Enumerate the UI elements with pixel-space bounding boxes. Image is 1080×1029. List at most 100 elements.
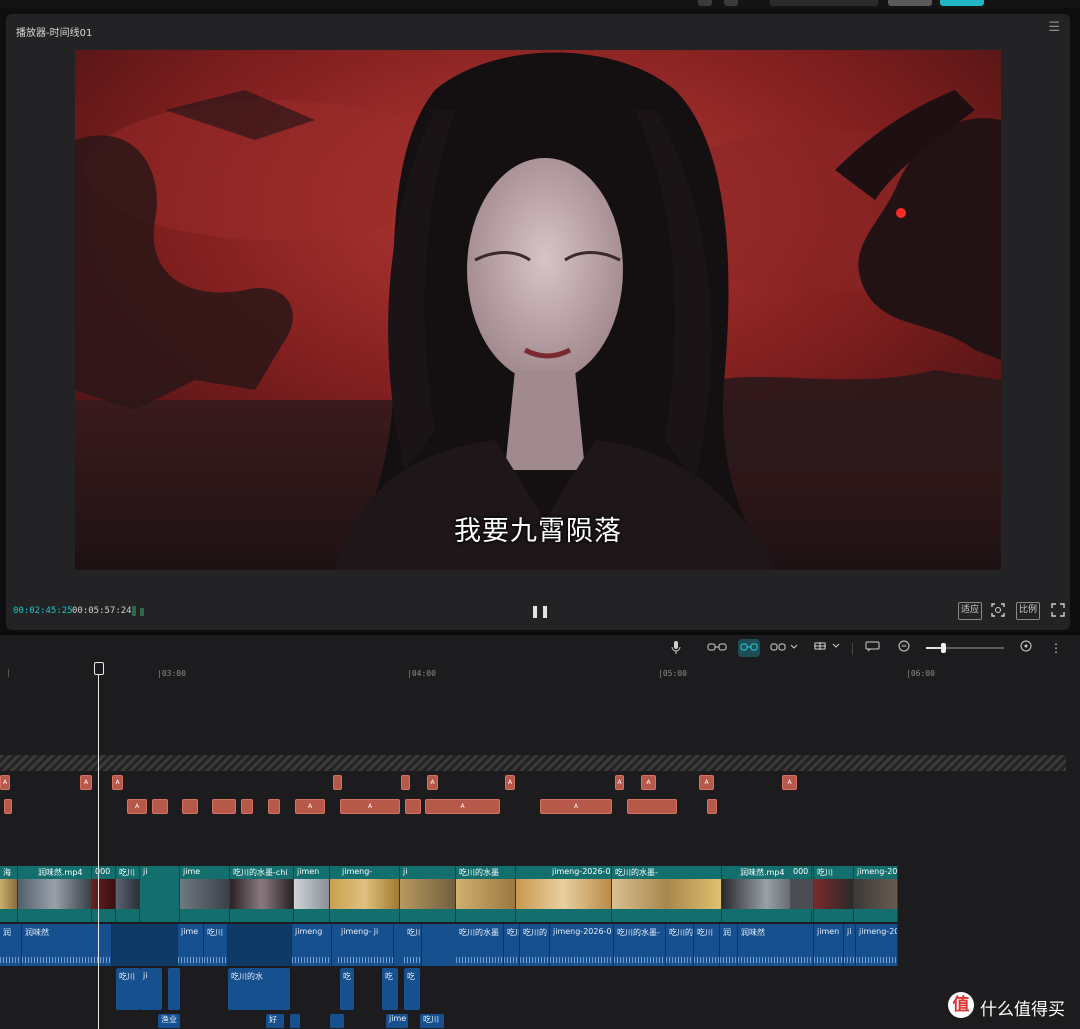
share-button[interactable] xyxy=(888,0,932,6)
audio-clip[interactable]: 吃川 xyxy=(694,924,720,966)
audio-clip[interactable]: 吃川的水墨 xyxy=(456,924,504,966)
text-marker[interactable]: A xyxy=(80,775,92,790)
audio-clip[interactable]: jimeng-20 xyxy=(856,924,898,966)
audio-clip[interactable] xyxy=(290,1014,300,1028)
subtitle-marker[interactable]: A xyxy=(540,799,612,814)
audio-clip[interactable]: jime xyxy=(386,1014,408,1028)
subtitle-marker[interactable] xyxy=(212,799,236,814)
audio-clip[interactable]: ji xyxy=(844,924,856,966)
text-marker[interactable]: A xyxy=(112,775,123,790)
subtitle-marker[interactable] xyxy=(405,799,421,814)
export-button[interactable] xyxy=(940,0,984,6)
text-marker[interactable] xyxy=(401,775,410,790)
audio-gap xyxy=(228,924,292,966)
audio-clip[interactable]: jimeng- ji xyxy=(338,924,394,966)
text-marker[interactable]: A xyxy=(615,775,624,790)
subtitle-marker[interactable] xyxy=(627,799,677,814)
playhead-handle[interactable] xyxy=(94,662,104,675)
audio-clip[interactable]: 吃川 xyxy=(116,968,140,1010)
audio-clip[interactable] xyxy=(330,1014,344,1028)
video-clip[interactable]: 000 xyxy=(790,866,814,922)
zoom-in-icon[interactable] xyxy=(1018,639,1034,657)
video-clip[interactable]: 润味然.mp4 xyxy=(18,866,92,922)
audio-clip[interactable]: jime xyxy=(178,924,204,966)
audio-clip[interactable]: jimeng-2026-0 xyxy=(550,924,614,966)
audio-clip[interactable]: 吃 xyxy=(382,968,398,1010)
fit-ratio-button[interactable]: 适应 xyxy=(958,602,982,620)
crop-icon[interactable] xyxy=(990,602,1006,618)
video-clip[interactable]: jimeng-20 xyxy=(854,866,898,922)
playhead[interactable] xyxy=(98,665,99,1029)
text-marker[interactable]: A xyxy=(699,775,714,790)
audio-clip[interactable]: 吃川 xyxy=(204,924,228,966)
subtitle-marker[interactable]: A xyxy=(295,799,325,814)
split-dropdown[interactable] xyxy=(810,639,844,657)
zoom-slider-handle[interactable] xyxy=(941,643,946,653)
time-ruler[interactable]: |03:00 |04:00 |05:00 |06:00 xyxy=(0,661,1080,681)
video-clip[interactable]: jimen xyxy=(294,866,330,922)
video-clip[interactable]: 吃川的水墨 xyxy=(456,866,516,922)
video-clip[interactable]: 吃川 xyxy=(814,866,854,922)
video-clip[interactable]: ji xyxy=(140,866,180,922)
video-clip[interactable]: 吃川的水墨- xyxy=(612,866,722,922)
zoom-out-icon[interactable] xyxy=(896,639,912,657)
video-preview[interactable]: 我要九霄陨落 xyxy=(75,50,1001,570)
audio-clip[interactable]: 吃川的水 xyxy=(228,968,290,1010)
snap-toggle[interactable] xyxy=(738,639,760,657)
preview-icon[interactable] xyxy=(864,639,882,657)
subtitle-marker[interactable] xyxy=(4,799,12,814)
window-control[interactable] xyxy=(698,0,712,6)
audio-clip[interactable]: 吃川 xyxy=(420,1014,444,1028)
audio-clip[interactable]: 吃川 xyxy=(504,924,520,966)
audio-clip[interactable]: 吃川的 xyxy=(520,924,550,966)
audio-clip[interactable]: jimeng xyxy=(292,924,332,966)
more-options-icon[interactable]: ⋮ xyxy=(1050,639,1062,657)
audio-clip[interactable]: 吃 xyxy=(404,968,420,1010)
video-clip[interactable]: 吃川的水墨-chi xyxy=(230,866,294,922)
aspect-ratio-button[interactable]: 比例 xyxy=(1016,602,1040,620)
audio-clip[interactable]: ji xyxy=(140,968,162,1010)
audio-clip[interactable]: 吃川的 xyxy=(666,924,694,966)
linkage-dropdown[interactable] xyxy=(768,639,802,657)
audio-clip[interactable]: 吃 xyxy=(340,968,354,1010)
video-clip[interactable]: jimeng-2026-0 xyxy=(516,866,612,922)
audio-clip[interactable]: 渔业 xyxy=(158,1014,180,1028)
video-clip[interactable]: ji xyxy=(400,866,456,922)
subtitle-marker[interactable]: A xyxy=(127,799,147,814)
text-marker[interactable]: A xyxy=(505,775,515,790)
video-clip[interactable]: 吃川 xyxy=(116,866,140,922)
window-control[interactable] xyxy=(724,0,738,6)
link-icon[interactable] xyxy=(706,639,728,657)
subtitle-marker[interactable]: A xyxy=(425,799,500,814)
subtitle-marker[interactable]: A xyxy=(340,799,400,814)
timeline-toolbar: ⋮ xyxy=(0,635,1080,661)
subtitle-marker[interactable] xyxy=(707,799,717,814)
audio-clip[interactable]: 吃川 xyxy=(404,924,422,966)
text-marker[interactable]: A xyxy=(427,775,438,790)
video-clip[interactable]: 海 xyxy=(0,866,18,922)
audio-clip[interactable]: 吃川的水墨- xyxy=(614,924,666,966)
fullscreen-icon[interactable] xyxy=(1050,602,1066,618)
text-marker[interactable]: A xyxy=(641,775,656,790)
audio-clip[interactable] xyxy=(168,968,180,1010)
text-marker[interactable]: A xyxy=(0,775,10,790)
video-clip[interactable]: 000 xyxy=(92,866,116,922)
audio-clip[interactable]: 润味然 xyxy=(738,924,814,966)
audio-clip[interactable]: 好 xyxy=(266,1014,284,1028)
pause-button[interactable]: ❚❚ xyxy=(530,603,550,619)
toolbar-item[interactable] xyxy=(770,0,878,6)
top-toolbar xyxy=(0,0,1080,8)
video-clip[interactable]: jimeng- xyxy=(330,866,400,922)
text-marker[interactable]: A xyxy=(782,775,797,790)
subtitle-marker[interactable] xyxy=(182,799,198,814)
audio-clip[interactable]: jimen xyxy=(814,924,844,966)
subtitle-marker[interactable] xyxy=(152,799,168,814)
audio-clip[interactable]: 润 xyxy=(720,924,738,966)
text-marker[interactable] xyxy=(333,775,342,790)
subtitle-marker[interactable] xyxy=(268,799,280,814)
subtitle-marker[interactable] xyxy=(241,799,253,814)
menu-icon[interactable]: ☰ xyxy=(1048,20,1060,35)
video-clip[interactable]: jime xyxy=(180,866,230,922)
microphone-icon[interactable] xyxy=(668,639,684,657)
audio-clip[interactable]: 润 xyxy=(0,924,22,966)
